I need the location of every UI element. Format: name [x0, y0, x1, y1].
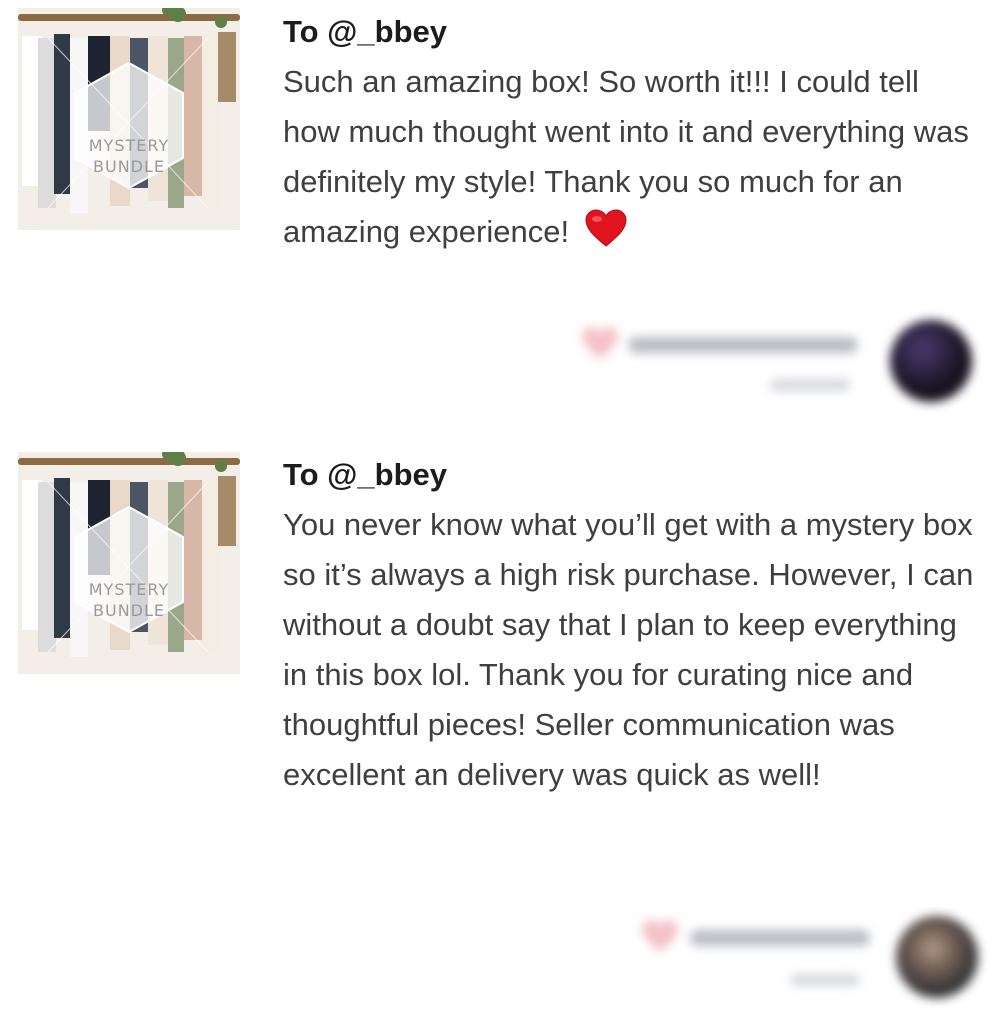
reviewer-info: [560, 912, 990, 1012]
review-body: Such an amazing box! So worth it!!! I co…: [283, 57, 983, 263]
reviewer-avatar[interactable]: [890, 320, 972, 402]
review-text: You never know what you’ll get with a my…: [283, 507, 974, 792]
like-heart-icon[interactable]: [580, 325, 620, 361]
reviewer-username-blurred[interactable]: [690, 930, 870, 946]
thumbnail-title-line2: BUNDLE: [93, 601, 165, 620]
review-date-blurred: [770, 379, 850, 391]
product-thumbnail[interactable]: MYSTERY BUNDLE: [18, 8, 240, 230]
clothing-rack-image: MYSTERY BUNDLE: [18, 452, 240, 674]
reviewer-avatar[interactable]: [896, 916, 978, 998]
reviewer-username-blurred[interactable]: [628, 337, 858, 353]
thumbnail-title-line2: BUNDLE: [93, 157, 165, 176]
thumbnail-title-line1: MYSTERY: [89, 136, 169, 155]
review-recipient[interactable]: To @_bbey: [283, 14, 447, 50]
review-body: You never know what you’ll get with a my…: [283, 500, 983, 800]
like-heart-icon[interactable]: [640, 918, 680, 954]
review-recipient[interactable]: To @_bbey: [283, 457, 447, 493]
clothing-rack-image: MYSTERY BUNDLE: [18, 8, 240, 230]
review-date-blurred: [790, 974, 860, 986]
thumbnail-title-line1: MYSTERY: [89, 580, 169, 599]
reviewer-info: [560, 315, 990, 415]
product-thumbnail[interactable]: MYSTERY BUNDLE: [18, 452, 240, 674]
red-heart-icon: [584, 208, 628, 263]
